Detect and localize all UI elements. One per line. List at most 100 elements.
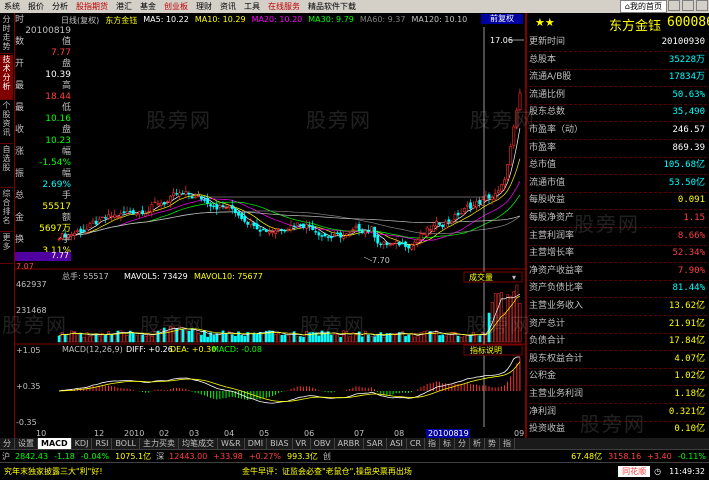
maximize-button[interactable] (682, 0, 694, 11)
macd-tick-mid: +0.35 (16, 382, 41, 391)
volume-bar (432, 332, 435, 343)
indicator-tab[interactable]: ARBR (335, 438, 364, 449)
sz-change: +33.98 (213, 452, 243, 461)
candle-body (333, 234, 336, 236)
menu-item-index-futures[interactable]: 股指期货 (72, 1, 112, 12)
fundamental-label: 每股净资产 (529, 213, 575, 223)
menu-item-quote[interactable]: 报价 (24, 1, 48, 12)
info-value: 幅 (61, 147, 71, 157)
volume-bar (240, 334, 243, 343)
candle-body (255, 223, 259, 230)
news-headline-left[interactable]: 究年末独家披露三大"利"好! (0, 466, 238, 477)
fundamental-label: 主营利润率 (529, 230, 575, 241)
indicator-tab[interactable]: 析 (470, 438, 486, 449)
candle-body (283, 230, 287, 232)
indicator-tab[interactable]: CR (407, 438, 426, 449)
sz-index[interactable]: 12443.00 (166, 452, 210, 461)
indicator-tab[interactable]: SAR (364, 438, 387, 449)
fundamental-value: 35,490 (672, 107, 705, 118)
menu-item-system[interactable]: 系统 (0, 1, 24, 12)
indicator-tab[interactable]: 势 (485, 438, 501, 449)
candle-body (85, 228, 89, 233)
menu-item-fund[interactable]: 基金 (136, 1, 160, 12)
tab-stock-news[interactable]: 个股资讯 (0, 101, 13, 144)
my-home-link[interactable]: ⌂我的首页 (619, 0, 667, 13)
volume-bar (391, 333, 395, 343)
fundamental-row: 股东权益合计 4.07亿 (529, 351, 707, 369)
info-row: 最低 (15, 103, 71, 114)
indicator-tab[interactable]: ASI (387, 438, 407, 449)
fundamental-value: 81.44% (672, 283, 705, 294)
macd-diff-label: DIFF: +0.26 (126, 345, 173, 354)
candle-body (116, 216, 120, 218)
fundamental-value: 52.34% (672, 248, 705, 259)
quote-type-tag[interactable]: 前复权 (481, 14, 523, 24)
candle-body (165, 201, 169, 203)
menu-item-online-service[interactable]: 在线服务 (264, 1, 304, 12)
info-row: 时 (15, 15, 71, 26)
indicator-tab[interactable]: 均笔成交 (179, 438, 218, 449)
macd-tick-bot: -0.35 (16, 418, 37, 427)
candle-body (475, 201, 479, 208)
tab-ranking[interactable]: 综合排名 (0, 189, 13, 232)
indicator-tab[interactable]: DMI (245, 438, 268, 449)
date-axis-label: 2010 (124, 429, 144, 438)
candle-body (311, 225, 315, 230)
menu-item-gem[interactable]: 创业板 (160, 1, 192, 12)
volume-bar (450, 331, 454, 343)
indicator-tab[interactable]: BIAS (267, 438, 293, 449)
news-headline-main[interactable]: 金牛早评：证监会必查"老鼠仓",操盘央票再出场 (238, 466, 416, 477)
indicator-tab[interactable]: 分 (0, 438, 15, 449)
indicator-tab[interactable]: VR (293, 438, 311, 449)
volume-bar (107, 331, 110, 343)
minimize-button[interactable] (668, 0, 680, 11)
candle-body (404, 241, 407, 247)
menu-item-tools[interactable]: 工具 (240, 1, 264, 12)
clock-time: 11:49:32 (669, 467, 705, 476)
candle-body (388, 244, 392, 247)
tab-intraday[interactable]: 分时走势 (0, 15, 13, 54)
indicator-tab[interactable]: MACD (38, 438, 72, 449)
indicator-tab[interactable]: 标 (440, 438, 456, 449)
sh-index[interactable]: 2842.43 (12, 452, 51, 461)
indicator-tab[interactable]: BOLL (112, 438, 140, 449)
indicator-help-button[interactable]: 指标说明 (470, 345, 502, 355)
indicator-tab[interactable]: 指 (425, 438, 441, 449)
fundamental-value: 35228万 (668, 54, 705, 65)
info-label: 金 (15, 213, 25, 223)
cy-index[interactable]: 3158.16 (605, 452, 644, 461)
tab-technical-analysis[interactable]: 技术分析 (0, 55, 13, 100)
menu-item-news[interactable]: 资讯 (216, 1, 240, 12)
candle-body (382, 241, 386, 245)
candle-body (131, 210, 135, 215)
tab-more[interactable]: 更多 (0, 233, 13, 264)
menu-item-hk[interactable]: 港汇 (112, 1, 136, 12)
indicator-tab[interactable]: OBV (311, 438, 335, 449)
favorite-stars-icon[interactable]: ★★ (535, 16, 555, 29)
menu-item-finance[interactable]: 理财 (192, 1, 216, 12)
sh-change: -1.18 (54, 452, 75, 461)
indicator-tab[interactable]: 设置 (15, 438, 38, 449)
indicator-tab[interactable]: 指 (500, 438, 516, 449)
volume-bar (206, 336, 209, 343)
indicator-tab[interactable]: KDJ (72, 438, 93, 449)
volume-bar (104, 335, 107, 343)
fundamental-row: 流通市值 53.50亿 (529, 175, 707, 193)
indicator-tab[interactable]: 分 (455, 438, 471, 449)
dropdown-icon[interactable]: ▾ (512, 273, 516, 282)
indicator-tab[interactable]: RSI (92, 438, 113, 449)
cy-amount: 67.48亿 (571, 452, 603, 461)
candle-body (496, 190, 500, 193)
volume-bar (370, 336, 373, 343)
kline-chart[interactable]: 7.70 17.06 +1.05 +0.35 -0.35 462937 2314… (14, 13, 526, 438)
indicator-tab[interactable]: 主力买卖 (140, 438, 179, 449)
candle-body (435, 220, 438, 227)
indicator-tab[interactable]: W&R (218, 438, 245, 449)
tab-watchlist[interactable]: 自选股 (0, 145, 13, 188)
fundamental-value: 20100930 (661, 37, 705, 47)
close-button[interactable] (696, 0, 708, 11)
candle-body (351, 228, 355, 231)
menu-item-software-download[interactable]: 精品软件下载 (304, 1, 360, 12)
menu-item-analysis[interactable]: 分析 (48, 1, 72, 12)
volume-indicator-button[interactable]: 成交量 (469, 272, 493, 282)
